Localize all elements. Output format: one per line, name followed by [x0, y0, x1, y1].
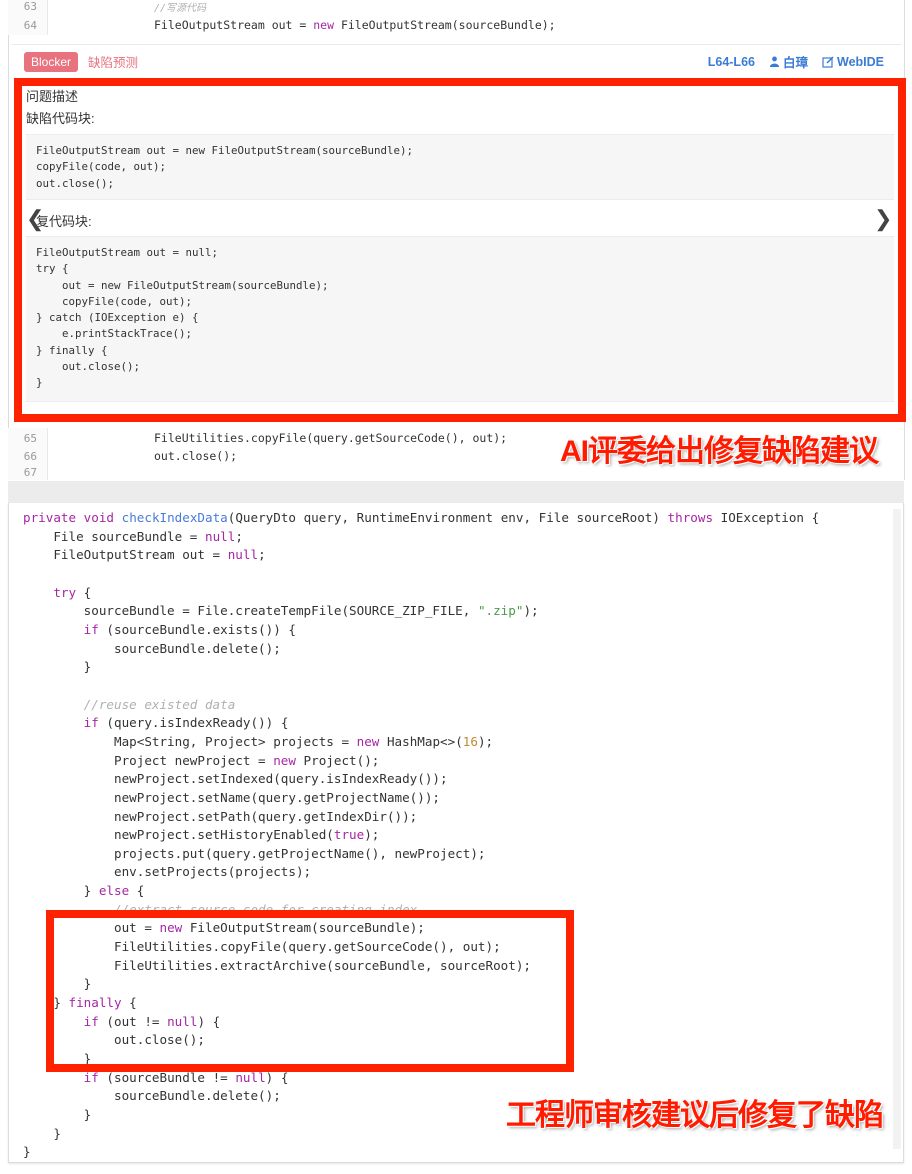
code-segment: FileOutputStream(sourceBundle);	[334, 18, 556, 32]
highlight-box-ai-suggestion	[14, 78, 906, 422]
fixed-code-line: Project newProject = new Project();	[23, 752, 380, 768]
line-number: 64	[8, 15, 48, 35]
line-number: 63	[8, 0, 48, 16]
severity-badge: Blocker	[24, 51, 79, 72]
annotation-engineer-fix: 工程师审核建议后修复了缺陷	[506, 1099, 884, 1132]
fixed-code-line: if (sourceBundle.exists()) {	[83, 621, 296, 637]
line-text: FileUtilities.copyFile(query.getSourceCo…	[154, 431, 508, 445]
line-number: 65	[8, 428, 48, 448]
fixed-code-line: File sourceBundle = null;	[23, 528, 243, 544]
webide-label: WebIDE	[837, 54, 884, 69]
fixed-code-line: newProject.setHistoryEnabled(true);	[23, 827, 380, 843]
line-number: 66	[8, 446, 48, 466]
issue-header: Blocker 缺陷预测 L64-L66 白璋 WebIDE	[12, 44, 902, 78]
fixed-code-line: sourceBundle = File.createTempFile(SOURC…	[23, 603, 539, 619]
fixed-code-line: if (query.isIndexReady()) {	[83, 715, 289, 731]
diff-separator	[8, 481, 904, 503]
fixed-code-line: newProject.setPath(query.getIndexDir());	[23, 808, 418, 824]
scrollbar[interactable]	[893, 509, 901, 1149]
assignee-name: 白璋	[782, 56, 808, 70]
fixed-code-line: try {	[53, 584, 92, 600]
fixed-code-line: newProject.setName(query.getProjectName(…	[23, 789, 441, 805]
fixed-code-line: }	[23, 659, 92, 675]
webide-link[interactable]: WebIDE	[822, 55, 884, 69]
code-line-63: 63 //写源代码	[8, 0, 904, 16]
edit-icon	[822, 55, 834, 68]
fixed-code-line: FileOutputStream out = null;	[23, 547, 266, 563]
fixed-code-line: }	[23, 1144, 31, 1160]
highlight-box-engineer-fix	[46, 910, 574, 1072]
line-text: out.close();	[154, 449, 238, 463]
code-line-64: 64 FileOutputStream out = new FileOutput…	[8, 15, 904, 35]
fixed-code-line: env.setProjects(projects);	[23, 864, 312, 880]
fixed-code-line: //reuse existed data	[23, 696, 236, 712]
line-text: FileOutputStream out = new FileOutputStr…	[48, 18, 556, 32]
line-number: 67	[8, 464, 48, 480]
line-range-link[interactable]: L64-L66	[708, 55, 755, 69]
fixed-code-line	[23, 677, 819, 696]
fixed-code-line: newProject.setIndexed(query.isIndexReady…	[23, 771, 448, 787]
user-icon	[769, 56, 780, 67]
fixed-code-line: sourceBundle.delete();	[23, 640, 281, 656]
fixed-code-line: } else {	[23, 883, 145, 899]
line-text: //写源代码	[154, 2, 207, 14]
keyword: new	[313, 18, 335, 32]
code-segment: FileOutputStream out =	[154, 18, 314, 32]
fixed-code-line	[23, 565, 819, 584]
issue-links: L64-L66 白璋 WebIDE	[708, 52, 884, 71]
fixed-code-line: private void checkIndexData(QueryDto que…	[23, 510, 820, 525]
fixed-code-line: projects.put(query.getProjectName(), new…	[23, 845, 486, 861]
assignee-link[interactable]: 白璋	[769, 52, 808, 71]
fixed-code-line: Map<String, Project> projects = new Hash…	[23, 733, 494, 749]
issue-type-label: 缺陷预测	[88, 56, 139, 70]
annotation-ai-suggestion: AI评委给出修复缺陷建议	[560, 435, 879, 468]
